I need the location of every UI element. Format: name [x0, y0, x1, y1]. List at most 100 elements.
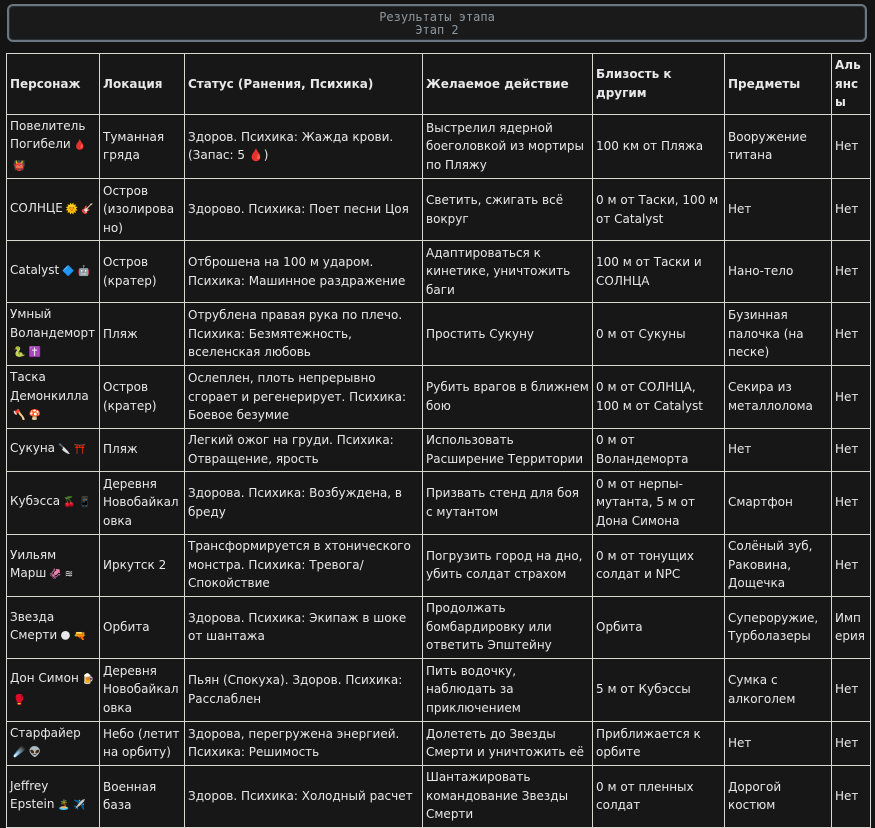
proximity-cell: Орбита: [592, 595, 725, 659]
items-cell: Сумка с алкоголем: [724, 657, 832, 722]
proximity-cell: 0 м от Воландеморта: [592, 427, 725, 472]
waves-icon: ≋: [64, 569, 74, 580]
alliances-cell: Нет: [831, 178, 871, 241]
proximity-cell: 0 м от Таски, 100 м от Catalyst: [592, 178, 725, 241]
table-row: Catalyst 🔷 🤖 Остров (кратер) Отброшена на 10…: [6, 240, 871, 303]
items-cell: Вооружение титана: [724, 113, 832, 179]
alliances-cell: Нет: [831, 113, 871, 179]
character-cell: Сукуна 🔪 ⛩️: [6, 427, 100, 472]
table-row: Jeffrey Epstein 🏝️ ✈️ Военная база Здоров. П…: [6, 764, 871, 828]
status-cell: Здорова. Психика: Возбуждена, в бреду: [184, 470, 423, 535]
proximity-cell: 0 м от пленных солдат: [592, 764, 725, 828]
column-header-action: Желаемое действие: [422, 53, 593, 115]
island-icon: 🏝️: [57, 800, 70, 811]
character-name: Умный Воландеморт: [10, 307, 96, 340]
mushroom-icon: 🍄: [28, 410, 41, 421]
status-cell: Отрублена правая рука по плечо. Психика:…: [184, 302, 423, 366]
items-cell: Бузинная палочка (на песке): [724, 302, 832, 366]
proximity-cell: Приближается к орбите: [592, 720, 725, 766]
alliances-cell: Нет: [831, 720, 871, 766]
action-cell: Долететь до Звезды Смерти и уничтожить е…: [422, 720, 593, 766]
character-cell: Старфайер ☄️ 👽: [6, 720, 100, 766]
location-cell: Туманная гряда: [99, 113, 185, 179]
items-cell: Нано-тело: [724, 240, 832, 303]
knife-icon: 🔪: [58, 444, 71, 456]
character-cell: Catalyst 🔷 🤖: [6, 240, 100, 303]
location-cell: Остров (кратер): [99, 240, 185, 303]
proximity-cell: 0 м от тонущих солдат и NPC: [592, 533, 725, 597]
status-cell: Здорово. Психика: Поет песни Цоя: [184, 178, 423, 241]
stage-subtitle: Этап 2: [415, 23, 459, 37]
squid-icon: 🦑: [49, 569, 62, 580]
results-table: Персонаж Локация Статус (Ранения, Психика)…: [6, 53, 871, 828]
character-name: Дон Симон: [10, 671, 79, 685]
table-row: Звезда Смерти 🌑 🔫 Орбита Здорова. Психика: Э…: [6, 595, 871, 659]
proximity-cell: 0 м от нерпы-мутанта, 5 м от Дона Симона: [592, 470, 725, 535]
character-name: Сукуна: [10, 441, 56, 456]
action-cell: Выстрелил ядерной боеголовкой из мортиры…: [422, 113, 593, 179]
column-header-character: Персонаж: [6, 53, 100, 115]
cherries-icon: 🍒: [63, 497, 76, 509]
table-row: Старфайер ☄️ 👽 Небо (летит на орбиту) Здоров…: [6, 720, 871, 766]
action-cell: Шантажировать командование Звезды Смерти: [422, 764, 593, 828]
guitar-icon: 🎸: [81, 204, 94, 216]
location-cell: Остров (изолировано): [99, 178, 185, 241]
table-row: Кубэсса 🍒 📱 Деревня Новобайкаловка Здорова. …: [6, 470, 871, 535]
beer-icon: 🍺: [81, 674, 95, 685]
proximity-cell: 100 км от Пляжа: [592, 113, 725, 179]
character-name: Jeffrey Epstein: [10, 778, 55, 812]
phone-icon: 📱: [78, 497, 92, 509]
alien-icon: 👽: [28, 747, 41, 758]
blaster-icon: 🔫: [73, 631, 87, 642]
action-cell: Погрузить город на дно, убить солдат стр…: [422, 533, 593, 597]
action-cell: Продолжать бомбардировку или ответить Эп…: [422, 595, 593, 659]
alliances-cell: Нет: [831, 657, 871, 722]
column-header-location: Локация: [99, 53, 185, 115]
character-cell: СОЛНЦЕ 🌞 🎸: [6, 178, 100, 241]
column-header-proximity: Близость к другим: [592, 53, 725, 115]
character-cell: Кубэсса 🍒 📱: [6, 470, 100, 535]
table-row: Повелитель Погибели 🩸👹 Туманная гряда Здоро…: [6, 113, 871, 179]
character-cell: Таска Демонкилла 🪓 🍄: [6, 365, 100, 429]
snake-icon: 🐍: [13, 347, 26, 359]
torii-icon: ⛩️: [73, 444, 86, 456]
alliances-cell: Нет: [831, 427, 871, 472]
character-name: Звезда Смерти: [10, 609, 58, 643]
axe-icon: 🪓: [13, 410, 26, 421]
crystal-icon: 🔷: [62, 266, 75, 278]
action-cell: Пить водочку, наблюдать за приключением: [422, 657, 593, 722]
status-cell: Легкий ожог на груди. Психика: Отвращени…: [184, 427, 423, 472]
items-cell: Нет: [724, 720, 832, 766]
status-cell: Отброшена на 100 м ударом. Психика: Маши…: [184, 240, 423, 303]
status-cell: Здоров. Психика: Холодный расчет: [184, 764, 423, 828]
alliances-cell: Нет: [831, 470, 871, 535]
items-cell: Нет: [724, 427, 832, 472]
table-row: Дон Симон 🍺 🥊 Деревня Новобайкаловка Пьян (С…: [6, 657, 871, 722]
location-cell: Пляж: [99, 427, 185, 472]
action-cell: Призвать стенд для боя с мутантом: [422, 470, 593, 535]
status-cell: Здоров. Психика: Жажда крови. (Запас: 5 …: [184, 113, 423, 179]
alliances-cell: Нет: [831, 302, 871, 366]
table-row: Таска Демонкилла 🪓 🍄 Остров (кратер) Ослепле…: [6, 365, 871, 429]
character-cell: Jeffrey Epstein 🏝️ ✈️: [6, 764, 100, 828]
action-cell: Рубить врагов в ближнем бою: [422, 365, 593, 429]
character-name: СОЛНЦЕ: [10, 201, 63, 216]
moon-icon: 🌑: [60, 631, 71, 642]
robot-icon: 🤖: [77, 266, 91, 278]
column-header-items: Предметы: [724, 53, 832, 115]
proximity-cell: 0 м от Сукуны: [592, 302, 725, 366]
proximity-cell: 100 м от Таски и СОЛНЦА: [592, 240, 725, 303]
sun-icon: 🌞: [65, 204, 79, 216]
items-cell: Солёный зуб, Раковина, Дощечка: [724, 533, 832, 597]
items-cell: Дорогой костюм: [724, 764, 832, 828]
action-cell: Светить, сжигать всё вокруг: [422, 178, 593, 241]
table-row: Сукуна 🔪 ⛩️ Пляж Легкий ожог на груди. Психи…: [6, 427, 871, 472]
alliances-cell: Нет: [831, 533, 871, 597]
items-cell: Нет: [724, 178, 832, 241]
character-name: Кубэсса: [10, 494, 61, 509]
location-cell: Военная база: [99, 764, 185, 828]
character-name: Catalyst: [10, 263, 60, 278]
cross-icon: ✝️: [28, 347, 41, 359]
location-cell: Иркутск 2: [99, 533, 185, 597]
location-cell: Орбита: [99, 595, 185, 659]
